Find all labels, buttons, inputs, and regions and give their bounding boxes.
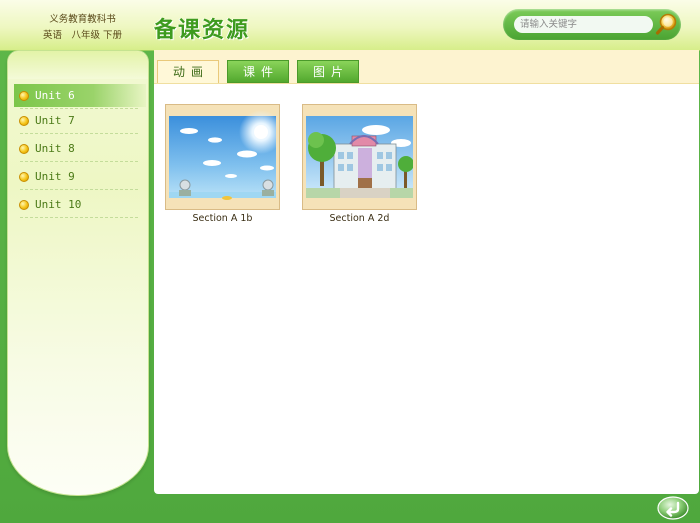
yellow-dot-icon: [19, 91, 29, 101]
divider: [20, 217, 138, 218]
yellow-dot-icon: [19, 172, 29, 182]
sidebar-item-label: Unit 7: [35, 114, 75, 127]
search-input[interactable]: [514, 16, 653, 33]
divider: [20, 133, 138, 134]
book-grade-label: 英语 八年级 下册: [42, 30, 123, 41]
resource-thumbnail-2[interactable]: [302, 104, 417, 210]
sidebar-item-unit-6[interactable]: Unit 6: [14, 84, 146, 107]
yellow-dot-icon: [19, 144, 29, 154]
sidebar-item-label: Unit 6: [35, 89, 75, 102]
back-button[interactable]: [657, 496, 689, 520]
sidebar-item-unit-8[interactable]: Unit 8: [14, 137, 146, 160]
sky-scene-image: [169, 110, 276, 200]
tab-images[interactable]: 图片: [297, 60, 359, 83]
sidebar-item-unit-7[interactable]: Unit 7: [14, 109, 146, 132]
tab-bar: 动画 课件 图片: [154, 50, 699, 84]
search-box: [503, 9, 681, 40]
yellow-dot-icon: [19, 200, 29, 210]
sidebar-item-unit-10[interactable]: Unit 10: [14, 193, 146, 216]
sidebar-item-label: Unit 8: [35, 142, 75, 155]
tab-courseware[interactable]: 课件: [227, 60, 289, 83]
divider: [20, 161, 138, 162]
tab-animation[interactable]: 动画: [157, 60, 219, 83]
sidebar-top-band: [8, 51, 148, 79]
app-window: 义务教育教科书 英语 八年级 下册 备课资源 请输入关键字 Unit 6 Uni…: [0, 0, 700, 523]
resource-label: Section A 1b: [192, 213, 253, 224]
resource-thumbnail-1[interactable]: [165, 104, 280, 210]
resource-label: Section A 2d: [329, 213, 390, 224]
return-arrow-icon: [657, 496, 689, 520]
yellow-dot-icon: [19, 116, 29, 126]
content-panel: 动画 课件 图片 Section A 1b Section A 2d: [154, 50, 699, 494]
unit-sidebar: Unit 6 Unit 7 Unit 8 Unit 9 Unit 10: [7, 50, 149, 496]
sidebar-item-label: Unit 10: [35, 198, 82, 211]
book-series-label: 义务教育教科书: [49, 14, 116, 25]
divider: [20, 189, 138, 190]
sidebar-item-unit-9[interactable]: Unit 9: [14, 165, 146, 188]
sidebar-item-label: Unit 9: [35, 170, 75, 183]
page-title: 备课资源: [154, 18, 251, 43]
school-scene-image: [306, 116, 413, 198]
search-icon[interactable]: [655, 12, 679, 36]
header: 义务教育教科书 英语 八年级 下册 备课资源: [0, 0, 700, 51]
